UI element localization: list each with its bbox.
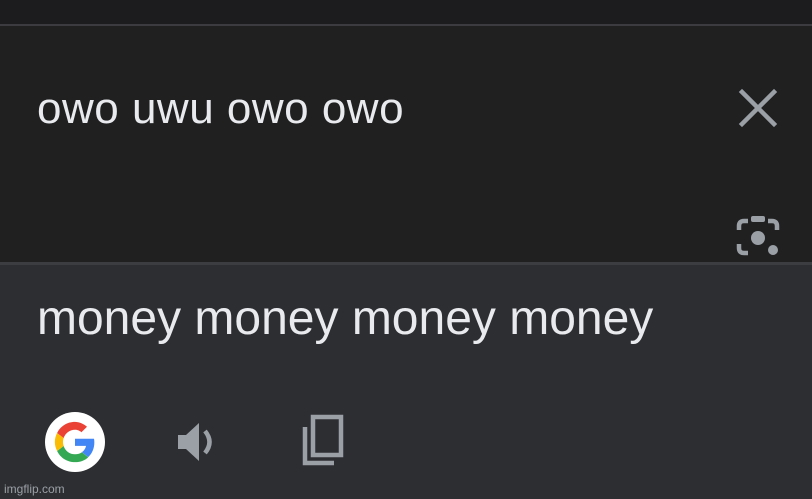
copy-icon [302, 414, 344, 466]
watermark: imgflip.com [4, 482, 65, 496]
translation-text[interactable]: money money money money [37, 291, 653, 346]
google-button[interactable] [45, 412, 105, 472]
volume-icon [178, 423, 212, 461]
listen-button[interactable] [172, 415, 226, 469]
clear-button[interactable] [736, 86, 780, 130]
copy-button[interactable] [298, 413, 350, 469]
camera-lens-button[interactable] [733, 212, 783, 262]
top-bar [0, 0, 812, 24]
close-icon [738, 88, 778, 128]
source-text[interactable]: owo uwu owo owo [37, 84, 404, 134]
camera-lens-icon [736, 216, 780, 256]
translation-panel: money money money money [0, 265, 812, 499]
source-panel: owo uwu owo owo [0, 26, 812, 262]
google-g-icon [54, 421, 95, 463]
